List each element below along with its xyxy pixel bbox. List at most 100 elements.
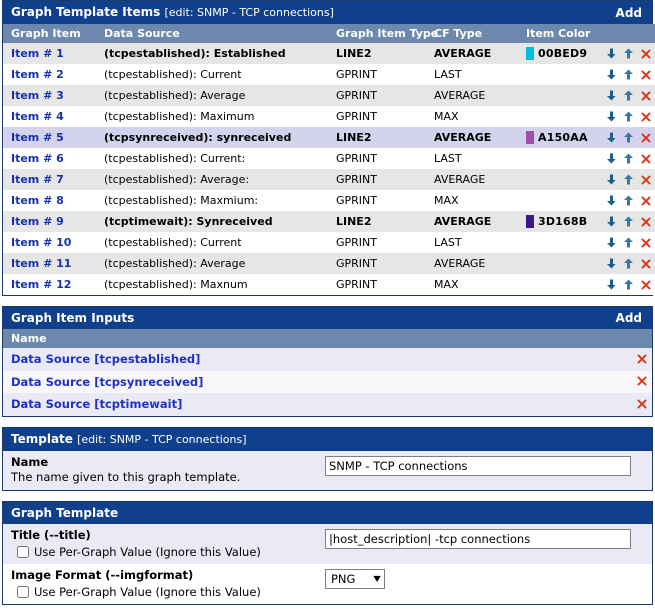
table-row: Item # 9 (tcptimewait): Synreceived LINE2 A… xyxy=(3,211,655,232)
move-down-arrow-icon[interactable] xyxy=(605,236,618,249)
graph-template-items-panel: Graph Template Items [edit: SNMP - TCP c… xyxy=(2,0,655,296)
move-up-arrow-icon[interactable] xyxy=(622,173,635,186)
graph-item-link[interactable]: Item # 3 xyxy=(11,89,64,102)
graph-item-cell: Item # 11 xyxy=(3,253,96,274)
move-up-arrow-icon[interactable] xyxy=(622,152,635,165)
graph-item-link[interactable]: Item # 5 xyxy=(11,131,64,144)
delete-x-icon[interactable] xyxy=(639,152,652,165)
cf-type-cell: LAST xyxy=(426,232,518,253)
move-up-arrow-icon[interactable] xyxy=(622,194,635,207)
row-actions-cell xyxy=(596,43,655,64)
per-graph-value-checkbox-group[interactable]: Use Per-Graph Value (Ignore this Value) xyxy=(11,545,325,559)
graph-item-link[interactable]: Item # 11 xyxy=(11,257,71,270)
table-row: Item # 6 (tcpestablished): Current: GPRINT… xyxy=(3,148,655,169)
per-graph-value-checkbox[interactable] xyxy=(17,545,29,558)
table-row: Item # 12 (tcpestablished): Maxnum GPRINT M… xyxy=(3,274,655,295)
per-graph-value-checkbox-group[interactable]: Use Per-Graph Value (Ignore this Value) xyxy=(11,585,325,599)
cf-type-cell: AVERAGE xyxy=(426,127,518,148)
move-down-arrow-icon[interactable] xyxy=(605,257,618,270)
list-item: Data Source [tcpestablished] xyxy=(3,348,652,371)
move-down-arrow-icon[interactable] xyxy=(605,110,618,123)
cf-type-cell: MAX xyxy=(426,106,518,127)
delete-x-icon[interactable] xyxy=(639,257,652,270)
delete-x-icon[interactable] xyxy=(639,215,652,228)
data-source-cell: (tcpestablished): Current: xyxy=(96,148,328,169)
move-down-arrow-icon[interactable] xyxy=(605,47,618,60)
data-source-cell: (tcpestablished): Established xyxy=(96,43,328,64)
graph-item-link[interactable]: Item # 1 xyxy=(11,47,64,60)
graph-item-link[interactable]: Item # 2 xyxy=(11,68,64,81)
graph-item-inputs-title: Graph Item Inputs xyxy=(11,311,135,325)
move-up-arrow-icon[interactable] xyxy=(622,257,635,270)
row-actions-cell xyxy=(596,106,655,127)
item-color-cell: 3D168B xyxy=(518,211,596,232)
add-graph-template-item-link[interactable]: Add xyxy=(616,6,646,20)
move-up-arrow-icon[interactable] xyxy=(622,215,635,228)
move-up-arrow-icon[interactable] xyxy=(622,278,635,291)
graph-item-input-link[interactable]: Data Source [tcpestablished] xyxy=(11,352,200,366)
move-down-arrow-icon[interactable] xyxy=(605,194,618,207)
graph-item-link[interactable]: Item # 4 xyxy=(11,110,64,123)
move-down-arrow-icon[interactable] xyxy=(605,173,618,186)
item-color-cell: 00BED9 xyxy=(518,43,596,64)
item-color-cell xyxy=(518,190,596,211)
row-actions-cell xyxy=(596,148,655,169)
item-color-cell xyxy=(518,85,596,106)
move-up-arrow-icon[interactable] xyxy=(622,236,635,249)
delete-x-icon[interactable] xyxy=(639,278,652,291)
delete-x-icon[interactable] xyxy=(639,47,652,60)
move-up-arrow-icon[interactable] xyxy=(622,89,635,102)
move-up-arrow-icon[interactable] xyxy=(622,131,635,144)
move-down-arrow-icon[interactable] xyxy=(605,131,618,144)
move-down-arrow-icon[interactable] xyxy=(605,152,618,165)
delete-x-icon[interactable] xyxy=(639,89,652,102)
delete-x-icon[interactable] xyxy=(635,397,648,410)
move-down-arrow-icon[interactable] xyxy=(605,89,618,102)
row-actions-cell xyxy=(596,64,655,85)
graph-item-link[interactable]: Item # 9 xyxy=(11,215,64,228)
delete-x-icon[interactable] xyxy=(635,352,648,365)
delete-x-icon[interactable] xyxy=(639,236,652,249)
graph-item-type-cell: LINE2 xyxy=(328,43,426,64)
table-row: Item # 11 (tcpestablished): Average GPRINT… xyxy=(3,253,655,274)
move-down-arrow-icon[interactable] xyxy=(605,215,618,228)
move-down-arrow-icon[interactable] xyxy=(605,68,618,81)
template-name-input[interactable] xyxy=(325,455,631,476)
graph-item-type-cell: GPRINT xyxy=(328,64,426,85)
graph-item-cell: Item # 7 xyxy=(3,169,96,190)
add-graph-item-input-link[interactable]: Add xyxy=(616,311,646,325)
move-up-arrow-icon[interactable] xyxy=(622,68,635,81)
list-item: Data Source [tcpsynreceived] xyxy=(3,370,652,393)
graph-template-field-label: Image Format (--imgformat) xyxy=(11,567,194,582)
row-actions-cell xyxy=(596,127,655,148)
col-header-graph-item: Graph Item xyxy=(3,24,96,43)
delete-x-icon[interactable] xyxy=(635,375,648,388)
graph-title-input[interactable] xyxy=(325,528,631,549)
delete-x-icon[interactable] xyxy=(639,173,652,186)
move-down-arrow-icon[interactable] xyxy=(605,278,618,291)
item-color-hex: A150AA xyxy=(538,131,588,144)
move-up-arrow-icon[interactable] xyxy=(622,110,635,123)
graph-item-inputs-header-row: Name xyxy=(3,329,652,348)
delete-x-icon[interactable] xyxy=(639,68,652,81)
move-up-arrow-icon[interactable] xyxy=(622,47,635,60)
graph-item-inputs-panel: Graph Item Inputs Add Name Data Source [… xyxy=(2,306,653,417)
item-color-cell xyxy=(518,274,596,295)
cf-type-cell: LAST xyxy=(426,64,518,85)
graph-item-link[interactable]: Item # 7 xyxy=(11,173,64,186)
delete-x-icon[interactable] xyxy=(639,194,652,207)
graph-item-link[interactable]: Item # 8 xyxy=(11,194,64,207)
graph-item-input-name-cell: Data Source [tcpestablished] xyxy=(3,348,328,371)
graph-item-link[interactable]: Item # 10 xyxy=(11,236,71,249)
graph-item-link[interactable]: Item # 12 xyxy=(11,278,71,291)
delete-x-icon[interactable] xyxy=(639,131,652,144)
graph-item-input-actions xyxy=(327,393,652,416)
delete-x-icon[interactable] xyxy=(639,110,652,123)
graph-item-input-link[interactable]: Data Source [tcpsynreceived] xyxy=(11,375,203,389)
per-graph-value-checkbox[interactable] xyxy=(17,585,29,598)
graph-item-link[interactable]: Item # 6 xyxy=(11,152,64,165)
graph-item-input-link[interactable]: Data Source [tcptimewait] xyxy=(11,397,182,411)
graph-item-type-cell: GPRINT xyxy=(328,190,426,211)
image-format-select[interactable]: PNG ▼ xyxy=(325,568,385,589)
graph-item-cell: Item # 12 xyxy=(3,274,96,295)
